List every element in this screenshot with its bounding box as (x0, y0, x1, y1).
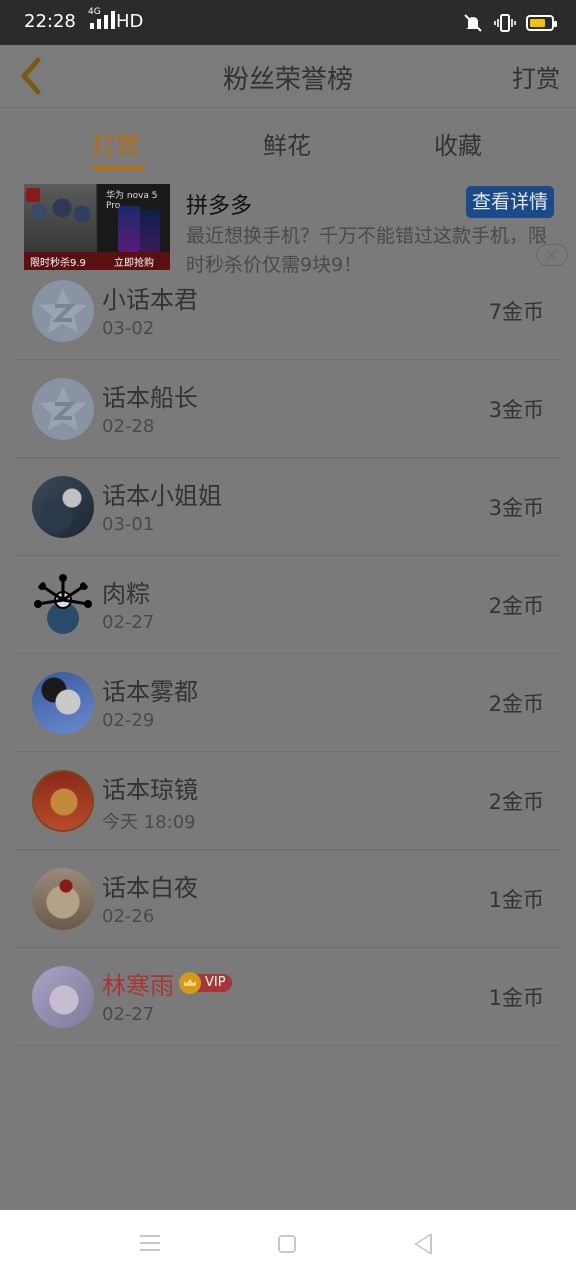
coin-amount: 7金币 (488, 300, 544, 324)
list-item[interactable]: 林寒雨 VIP 02-27 1金币 (16, 948, 560, 1046)
clock: 22:28 (24, 11, 76, 32)
back-triangle-icon[interactable] (414, 1233, 432, 1255)
battery-icon (526, 15, 557, 31)
reward-button[interactable]: 打赏 (512, 59, 560, 94)
tab-favorites[interactable]: 收藏 (434, 126, 482, 161)
ad-advertiser: 拼多多 (186, 194, 253, 219)
coin-amount: 1金币 (488, 888, 544, 912)
fan-date: 03-02 (102, 318, 155, 339)
fan-name: 肉粽 (102, 580, 150, 608)
menu-icon[interactable] (140, 1235, 160, 1251)
avatar (32, 280, 94, 342)
active-tab-indicator (92, 166, 144, 170)
list-item[interactable]: 话本白夜 02-26 1金币 (16, 850, 560, 948)
fan-name: 话本白夜 (102, 874, 198, 902)
fan-name: 话本船长 (102, 384, 198, 412)
list-item[interactable]: 话本小姐姐 03-01 3金币 (16, 458, 560, 556)
vip-badge: VIP (179, 972, 232, 994)
ad-description: 最近想换手机？千万不能错过这款手机，限时秒杀价仅需9块9！ (186, 225, 548, 276)
default-star-avatar-icon (32, 280, 94, 342)
fan-name: 小话本君 (102, 286, 198, 314)
fan-name: 话本雾都 (102, 678, 198, 706)
ad-logo-icon (26, 188, 40, 202)
mute-bell-icon (464, 14, 482, 32)
ad-image-banner-left: 限时秒杀9.9 (30, 258, 86, 269)
home-icon[interactable] (278, 1235, 296, 1253)
fan-date: 02-26 (102, 906, 155, 927)
fan-name: 林寒雨 (102, 972, 174, 1000)
tab-reward[interactable]: 打赏 (92, 126, 140, 161)
fan-name: 话本琼镜 (102, 776, 198, 804)
ad-image-banner-right: 立即抢购 (114, 258, 154, 269)
coin-amount: 3金币 (488, 496, 544, 520)
list-item[interactable]: 话本船长 02-28 3金币 (16, 360, 560, 458)
avatar (32, 770, 94, 832)
page-title: 粉丝荣誉榜 (222, 65, 353, 95)
fan-date: 02-29 (102, 710, 155, 731)
ad-image: 华为 nova 5 Pro 限时秒杀9.9 立即抢购 (24, 184, 170, 270)
tab-bar: 打赏 鲜花 收藏 (0, 108, 576, 177)
list-item[interactable]: 话本琼镜 今天 18:09 2金币 (16, 752, 560, 850)
fan-date: 02-28 (102, 416, 155, 437)
avatar (32, 672, 94, 734)
view-details-button[interactable]: 查看详情 (466, 186, 554, 218)
ad-banner[interactable]: 华为 nova 5 Pro 限时秒杀9.9 立即抢购 拼多多 查看详情 最近想换… (0, 176, 576, 276)
avatar (32, 378, 94, 440)
fan-ranking-list: 小话本君 03-02 7金币 话本船长 02-28 3金币 话本小姐姐 03-0… (16, 262, 560, 1046)
fan-date: 今天 18:09 (102, 812, 196, 833)
list-item[interactable]: 话本雾都 02-29 2金币 (16, 654, 560, 752)
avatar (32, 476, 94, 538)
coin-amount: 3金币 (488, 398, 544, 422)
coin-amount: 2金币 (488, 790, 544, 814)
fan-name: 话本小姐姐 (102, 482, 222, 510)
hd-label: HD (116, 11, 144, 32)
fan-date: 03-01 (102, 514, 155, 535)
system-nav-bar (0, 1210, 576, 1280)
default-star-avatar-icon (32, 378, 94, 440)
crown-icon (179, 972, 201, 994)
coin-amount: 2金币 (488, 594, 544, 618)
network-label: 4G (88, 7, 101, 17)
fan-date: 02-27 (102, 612, 155, 633)
coin-amount: 2金币 (488, 692, 544, 716)
fan-date: 02-27 (102, 1004, 155, 1025)
avatar (32, 574, 94, 636)
status-bar: 22:28 4G HD (0, 0, 576, 45)
close-ad-icon[interactable] (536, 244, 568, 266)
tab-flowers[interactable]: 鲜花 (263, 126, 311, 161)
vibrate-icon (494, 14, 516, 32)
coin-amount: 1金币 (488, 986, 544, 1010)
signal-icon: 4G (88, 7, 115, 29)
avatar (32, 868, 94, 930)
top-app-bar: 粉丝荣誉榜 打赏 (0, 45, 576, 108)
avatar (32, 966, 94, 1028)
list-item[interactable]: 肉粽 02-27 2金币 (16, 556, 560, 654)
